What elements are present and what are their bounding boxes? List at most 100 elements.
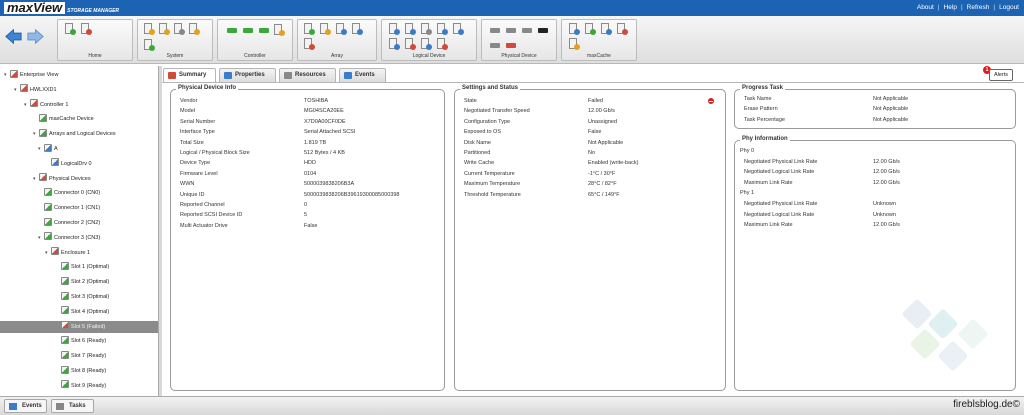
maxcache-create-icon[interactable] bbox=[568, 23, 580, 35]
panel-title: Physical Device Info bbox=[176, 85, 239, 91]
ld-delete-icon[interactable] bbox=[404, 38, 416, 50]
maxcache-settings-icon[interactable] bbox=[600, 23, 612, 35]
array-modify-icon[interactable] bbox=[319, 23, 331, 35]
info-key: Partitioned bbox=[464, 150, 491, 156]
pd-remove-icon[interactable] bbox=[504, 39, 516, 51]
tab-events[interactable]: Events bbox=[339, 68, 386, 82]
info-row: Serial Number X7D0A00CF0DE bbox=[171, 117, 444, 127]
info-value: Not Applicable bbox=[873, 96, 909, 102]
tree-item[interactable]: Connector 2 (CN2) bbox=[38, 217, 100, 229]
tree-item[interactable]: ▾ HWLXXD1 bbox=[14, 84, 57, 96]
ld-split-icon[interactable] bbox=[436, 38, 448, 50]
array-settings-icon[interactable] bbox=[351, 23, 363, 35]
tree-item[interactable]: ▾ A bbox=[38, 143, 58, 155]
bottom-tab-events[interactable]: Events bbox=[4, 399, 47, 413]
alerts-button[interactable]: Alerts bbox=[989, 69, 1013, 81]
system-log-icon[interactable] bbox=[158, 23, 170, 35]
ld-verify-icon[interactable] bbox=[452, 23, 464, 35]
controller-report-icon[interactable] bbox=[273, 24, 285, 36]
info-key: Negotiated Physical Link Rate bbox=[744, 201, 818, 207]
tree-item-label: Controller 1 bbox=[40, 101, 69, 108]
array-delete-icon[interactable] bbox=[303, 38, 315, 50]
controller-clear-icon[interactable] bbox=[257, 24, 269, 36]
system-gear-icon[interactable] bbox=[173, 23, 185, 35]
maxcache-flush-icon[interactable] bbox=[568, 38, 580, 50]
pd-locate-icon[interactable] bbox=[488, 24, 500, 36]
info-row: Vendor TOSHIBA bbox=[171, 96, 444, 106]
info-value: 28°C / 82°F bbox=[588, 181, 617, 188]
tab-properties[interactable]: Properties bbox=[219, 68, 276, 82]
pd-force-icon[interactable] bbox=[520, 24, 532, 36]
logout-link[interactable]: Logout bbox=[999, 4, 1019, 11]
info-value: 5000039838206B39619300085000398 bbox=[304, 191, 400, 198]
tree-item[interactable]: Slot 1 (Optimal) bbox=[55, 261, 109, 273]
info-value: 12.00 Gb/s bbox=[873, 169, 900, 176]
maxcache-remove-icon[interactable] bbox=[616, 23, 628, 35]
tree-item[interactable]: ▾ Enclosure 1 bbox=[45, 247, 90, 259]
info-value: Unknown bbox=[873, 201, 896, 207]
bottom-tab-label: Tasks bbox=[69, 403, 86, 409]
maxcache-add-icon[interactable] bbox=[584, 23, 596, 35]
info-row: Configuration Type Unassigned bbox=[455, 117, 725, 127]
about-link[interactable]: About bbox=[917, 4, 934, 11]
server-icon bbox=[20, 84, 28, 93]
tree-item-label: Connector 0 (CN0) bbox=[54, 190, 101, 197]
controller-settings-icon[interactable] bbox=[225, 24, 237, 36]
tree-item[interactable]: Slot 6 (Ready) bbox=[55, 335, 106, 347]
info-row: Maximum Link Rate 12.00 Gb/s bbox=[735, 178, 1015, 188]
add-server-icon[interactable] bbox=[64, 23, 76, 35]
system-firmware-icon[interactable] bbox=[143, 39, 155, 51]
ld-settings-icon[interactable] bbox=[420, 23, 432, 35]
tree-item[interactable]: ▾ Connector 3 (CN3) bbox=[38, 232, 100, 244]
tree-item[interactable]: Slot 2 (Optimal) bbox=[55, 276, 109, 288]
refresh-link[interactable]: Refresh bbox=[967, 4, 990, 11]
pd-spare-icon[interactable] bbox=[488, 39, 500, 51]
info-key: Logical / Physical Block Size bbox=[180, 150, 250, 156]
tab-resources[interactable]: Resources bbox=[279, 68, 336, 82]
tree-item[interactable]: Slot 7 (Ready) bbox=[55, 350, 106, 362]
controller-rescan-icon[interactable] bbox=[241, 24, 253, 36]
tree-item[interactable]: Slot 9 (Ready) bbox=[55, 380, 106, 392]
tree-item[interactable]: ▾ Enterprise View bbox=[4, 69, 58, 81]
tree-item[interactable]: Slot 4 (Optimal) bbox=[55, 306, 109, 318]
info-value: Failed bbox=[588, 98, 603, 104]
pd-erase-icon[interactable] bbox=[536, 24, 548, 36]
system-report-icon[interactable] bbox=[188, 23, 200, 35]
system-settings-icon[interactable] bbox=[143, 23, 155, 35]
tree-item[interactable]: LogicalDrv 0 bbox=[45, 158, 92, 170]
tab-label: Properties bbox=[235, 72, 265, 78]
info-key: WWN bbox=[180, 181, 195, 188]
bottom-tab-tasks[interactable]: Tasks bbox=[51, 399, 94, 413]
ld-create-icon[interactable] bbox=[388, 23, 400, 35]
enclosure-icon bbox=[51, 247, 59, 256]
ld-expand-icon[interactable] bbox=[404, 23, 416, 35]
array-spare-icon[interactable] bbox=[335, 23, 347, 35]
tree-item-label: Slot 6 (Ready) bbox=[71, 338, 107, 345]
tree-item-selected[interactable]: Slot 5 (Failed) bbox=[0, 320, 158, 333]
forward-arrow-icon[interactable] bbox=[27, 28, 44, 45]
info-value: 12.00 Gb/s bbox=[873, 179, 900, 186]
tree-item[interactable]: ▾ Controller 1 bbox=[24, 99, 68, 111]
tree-item[interactable]: ▾ Physical Devices bbox=[33, 173, 91, 185]
pd-settings-icon[interactable] bbox=[504, 24, 516, 36]
help-link[interactable]: Help bbox=[944, 4, 957, 11]
tree-item[interactable]: Slot 8 (Ready) bbox=[55, 365, 106, 377]
info-key: Current Temperature bbox=[464, 170, 515, 177]
tree-item[interactable]: ▾ Arrays and Logical Devices bbox=[33, 128, 116, 140]
tree-item-label: Slot 9 (Ready) bbox=[71, 382, 107, 389]
tab-summary[interactable]: Summary bbox=[163, 68, 216, 83]
maxcache-icon bbox=[39, 113, 47, 122]
ld-cache-icon[interactable] bbox=[436, 23, 448, 35]
tree-item[interactable]: Connector 0 (CN0) bbox=[38, 187, 100, 199]
ld-heal-icon[interactable] bbox=[388, 38, 400, 50]
info-value: 12.00 Gb/s bbox=[588, 108, 615, 115]
tree-item[interactable]: maxCache Device bbox=[33, 113, 94, 125]
app-logo: maxView STORAGE MANAGER bbox=[4, 1, 119, 14]
tree-item[interactable]: Slot 3 (Optimal) bbox=[55, 291, 109, 303]
back-arrow-icon[interactable] bbox=[5, 28, 22, 45]
toolbar-group-label: Physical Device bbox=[501, 53, 537, 59]
ld-clear-icon[interactable] bbox=[420, 38, 432, 50]
remove-server-icon[interactable] bbox=[80, 23, 92, 35]
array-create-icon[interactable] bbox=[303, 23, 315, 35]
tree-item[interactable]: Connector 1 (CN1) bbox=[38, 202, 100, 214]
